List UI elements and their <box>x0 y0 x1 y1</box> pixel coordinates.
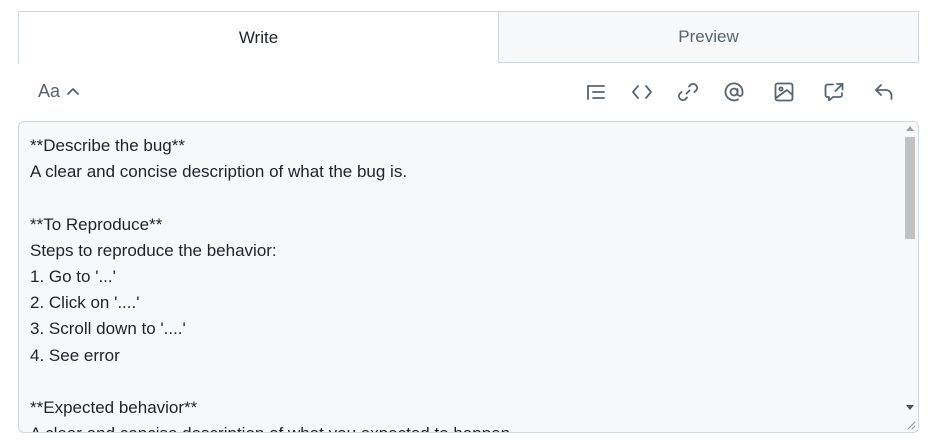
heading-list-icon <box>587 85 605 100</box>
code-button[interactable] <box>629 79 655 105</box>
image-button[interactable] <box>771 79 797 105</box>
cross-reference-button[interactable] <box>821 79 847 105</box>
code-icon <box>632 85 652 99</box>
reply-button[interactable] <box>871 79 897 105</box>
text-size-button[interactable]: Aa <box>38 79 80 103</box>
chevron-up-icon <box>67 88 79 95</box>
link-button[interactable] <box>675 79 701 105</box>
heading-button[interactable] <box>583 79 609 105</box>
image-icon <box>774 82 794 102</box>
tab-preview[interactable]: Preview <box>498 11 919 63</box>
scroll-down-arrow-icon[interactable] <box>906 405 914 410</box>
mention-button[interactable] <box>721 79 747 105</box>
resize-grip-icon[interactable] <box>906 420 916 430</box>
link-icon <box>678 83 698 101</box>
cross-reference-icon <box>824 83 844 102</box>
mention-icon <box>724 82 744 102</box>
markdown-toolbar: Aa <box>18 63 919 121</box>
reply-icon <box>875 84 893 100</box>
text-size-label: Aa <box>38 80 61 101</box>
scroll-up-arrow-icon[interactable] <box>906 126 914 131</box>
comment-textarea-content[interactable]: **Describe the bug** A clear and concise… <box>30 133 890 432</box>
editor-scrollbar[interactable] <box>902 122 918 432</box>
editor-tabs: Write Preview <box>18 11 919 63</box>
comment-textarea[interactable]: **Describe the bug** A clear and concise… <box>18 121 919 433</box>
scroll-thumb[interactable] <box>905 137 915 239</box>
tab-write[interactable]: Write <box>18 11 498 63</box>
